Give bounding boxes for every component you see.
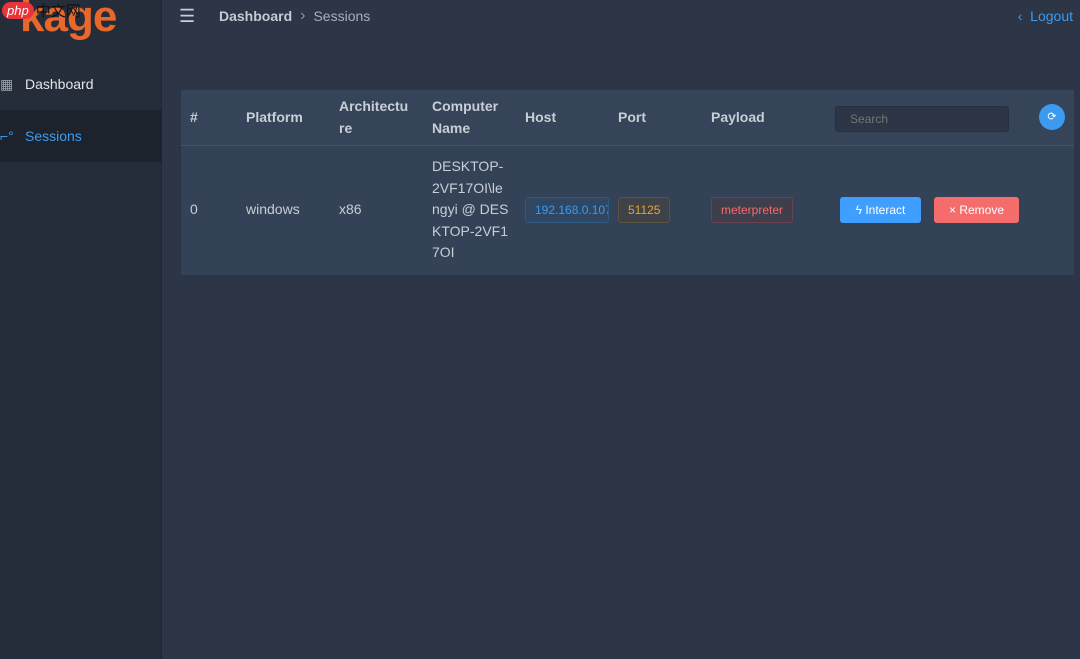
watermark: php 中文网 [2,0,81,21]
cell-arch: x86 [339,201,362,217]
cell-computer-name: DESKTOP-2VF17OI\lengyi @ DESKTOP-2VF17OI [432,158,509,260]
host-tag: 192.168.0.107 [525,197,609,223]
refresh-icon[interactable]: ⟳ [1039,104,1065,130]
chevron-left-icon: ‹ [1017,8,1031,24]
interact-label: Interact [865,203,906,217]
chevron-right-icon: › [300,7,306,24]
col-id: # [190,109,198,125]
interact-button[interactable]: ϟ Interact [840,197,921,223]
col-computer-name: Computer Name [432,98,499,136]
payload-tag: meterpreter [711,197,794,223]
search-input[interactable] [835,106,1009,132]
sidebar-item-label: Dashboard [25,76,94,92]
logout-label: Logout [1030,8,1073,24]
sidebar: kage php 中文网 ▦ Dashboard ⌐° Sessions [0,0,162,659]
hamburger-menu-icon[interactable]: ☰ [179,6,219,27]
col-payload: Payload [711,109,765,125]
close-icon: × [948,203,960,217]
sidebar-item-sessions[interactable]: ⌐° Sessions [0,110,162,162]
col-platform: Platform [246,109,303,125]
cell-platform: windows [246,201,300,217]
sessions-table: # Platform Architecture Computer Name Ho… [181,90,1074,275]
sidebar-item-dashboard[interactable]: ▦ Dashboard [0,58,162,110]
col-architecture: Architecture [339,98,409,136]
breadcrumb-dashboard[interactable]: Dashboard [219,8,292,24]
col-host: Host [525,109,557,125]
col-port: Port [618,109,646,125]
topbar: ☰ Dashboard › Sessions [162,0,1080,32]
logout-button[interactable]: ‹ Logout [1018,8,1073,24]
remove-label: Remove [959,203,1005,217]
sessions-icon: ⌐° [0,128,14,144]
port-tag: 51125 [618,197,671,223]
grid-icon: ▦ [0,75,14,92]
cell-id: 0 [190,201,198,217]
sidebar-item-label: Sessions [25,128,82,144]
lightning-icon: ϟ [855,203,866,217]
breadcrumb-sessions: Sessions [313,8,371,24]
remove-button[interactable]: × Remove [934,197,1019,223]
table-header: # Platform Architecture Computer Name Ho… [181,90,1074,146]
